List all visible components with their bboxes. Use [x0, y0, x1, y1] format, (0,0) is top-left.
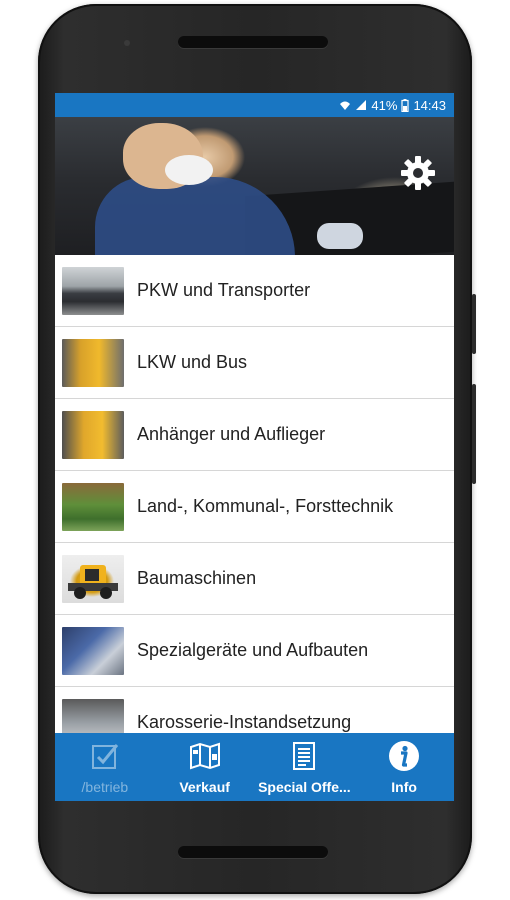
header-banner-image [55, 117, 454, 255]
nav-tab-label: Verkauf [179, 779, 230, 795]
list-item-label: Spezialgeräte und Aufbauten [137, 640, 369, 660]
battery-percent: 41% [371, 97, 398, 113]
list-item-label: LKW und Bus [137, 352, 248, 372]
nav-tab-label: Special Offe... [258, 779, 351, 795]
list-item-label: PKW und Transporter [137, 280, 311, 300]
clock: 14:43 [413, 97, 446, 113]
earpiece-speaker [178, 36, 328, 48]
wifi-signal-icon [339, 99, 351, 111]
list-item-spezial[interactable]: Spezialgeräte und Aufbauten [55, 615, 454, 687]
skid-loader-thumbnail [62, 555, 124, 603]
list-item-pkw[interactable]: PKW und Transporter [55, 255, 454, 327]
status-bar: 41% 14:43 [55, 93, 454, 117]
nav-tab-betrieb[interactable]: /betrieb [55, 733, 155, 801]
list-item-anhaenger[interactable]: Anhänger und Auflieger [55, 399, 454, 471]
volume-button [472, 294, 476, 354]
nav-tab-verkauf[interactable]: Verkauf [155, 733, 255, 801]
nav-tab-label: /betrieb [81, 779, 129, 795]
truck-thumbnail [62, 339, 124, 387]
checkbox-icon [88, 739, 122, 773]
power-button [472, 384, 476, 484]
list-item-bau[interactable]: Baumaschinen [55, 543, 454, 615]
list-item-label: Anhänger und Auflieger [137, 424, 326, 444]
info-icon [387, 739, 421, 773]
nav-tab-label: Info [391, 779, 417, 795]
list-item-lkw[interactable]: LKW und Bus [55, 327, 454, 399]
document-icon [287, 739, 321, 773]
battery-icon [401, 98, 410, 112]
nav-tab-special-offers[interactable]: Special Offe... [255, 733, 355, 801]
bottom-navigation: /betrieb Verkauf Special Offe... Info [55, 733, 454, 801]
map-icon [188, 739, 222, 773]
app-screen: 41% 14:43 PKW und Transporter LKW und Bu… [55, 93, 454, 801]
category-list: PKW und Transporter LKW und Bus Anhänger… [55, 255, 454, 759]
gear-icon [398, 153, 438, 198]
list-item-label: Baumaschinen [137, 568, 257, 588]
tractor-thumbnail [62, 483, 124, 531]
trailer-thumbnail [62, 411, 124, 459]
special-equipment-thumbnail [62, 627, 124, 675]
cell-signal-icon [355, 99, 367, 111]
settings-button[interactable] [398, 155, 438, 195]
front-camera [124, 40, 130, 46]
nav-tab-info[interactable]: Info [354, 733, 454, 801]
list-item-label: Land-, Kommunal-, Forsttechnik [137, 496, 394, 516]
car-thumbnail [62, 267, 124, 315]
list-item-land[interactable]: Land-, Kommunal-, Forsttechnik [55, 471, 454, 543]
bottom-speaker [178, 846, 328, 858]
